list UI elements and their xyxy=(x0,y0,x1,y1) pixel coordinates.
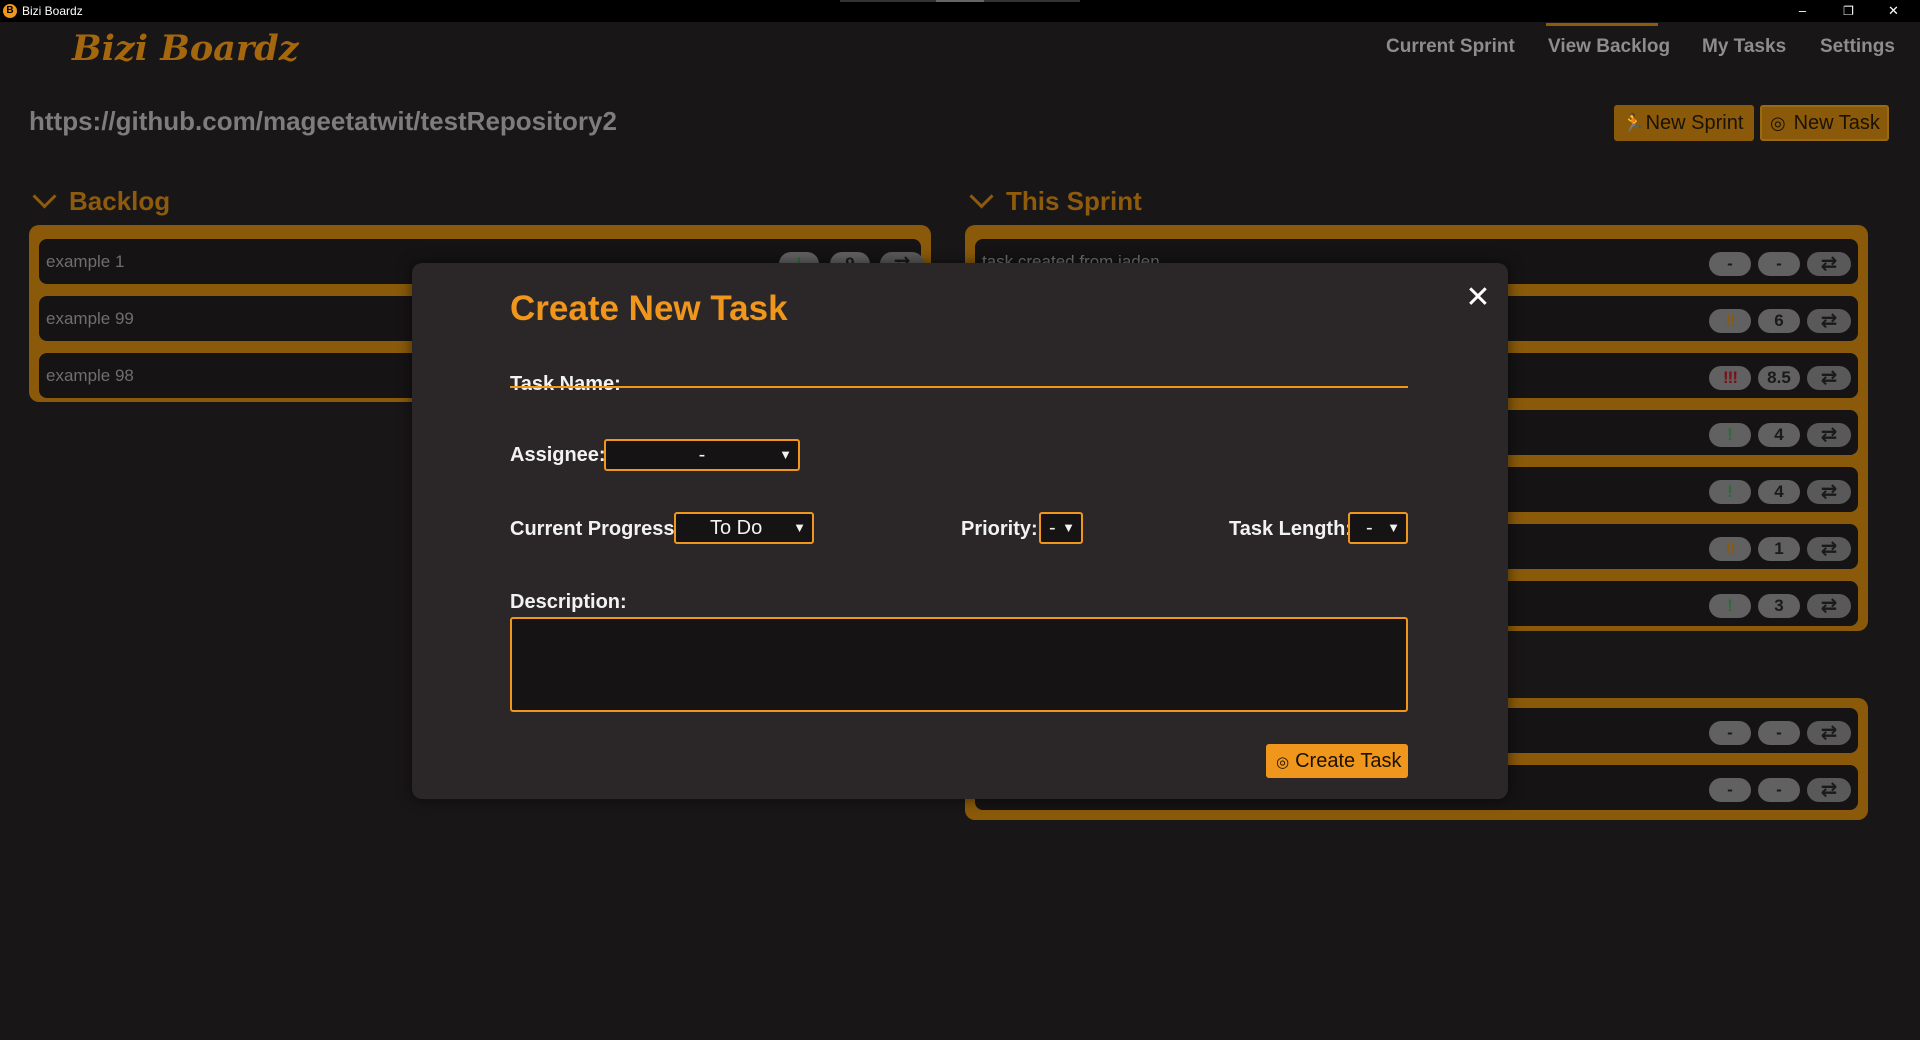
modal-title: Create New Task xyxy=(510,289,788,328)
priority-select[interactable]: - ▼ xyxy=(1039,512,1083,544)
window-drag-handle[interactable] xyxy=(840,0,1080,2)
description-textarea[interactable] xyxy=(510,617,1408,712)
backlog-title: Backlog xyxy=(69,186,171,216)
chevron-down-icon[interactable] xyxy=(32,184,57,209)
nav-view-backlog[interactable]: View Backlog xyxy=(1548,36,1670,58)
task-length-value: - xyxy=(1366,517,1373,539)
chevron-down-icon: ▼ xyxy=(1062,520,1075,535)
nav-settings[interactable]: Settings xyxy=(1820,36,1895,58)
swap-icon[interactable]: ⇄ xyxy=(1807,537,1851,561)
swap-icon[interactable]: ⇄ xyxy=(1807,778,1851,802)
priority-badge[interactable]: - xyxy=(1709,721,1751,745)
create-task-button[interactable]: ◎ Create Task xyxy=(1266,744,1408,778)
swap-icon[interactable]: ⇄ xyxy=(1807,366,1851,390)
progress-value: To Do xyxy=(710,517,763,539)
chevron-down-icon: ▼ xyxy=(779,447,792,462)
priority-badge[interactable]: ! xyxy=(1709,480,1751,504)
length-badge[interactable]: 4 xyxy=(1758,480,1800,504)
priority-badge[interactable]: ! xyxy=(1709,594,1751,618)
priority-badge[interactable]: !! xyxy=(1709,537,1751,561)
create-task-label: Create Task xyxy=(1295,750,1402,772)
task-label: example 98 xyxy=(46,366,134,385)
window-close-button[interactable]: ✕ xyxy=(1871,0,1916,22)
nav-current-sprint[interactable]: Current Sprint xyxy=(1386,36,1515,58)
swap-icon[interactable]: ⇄ xyxy=(1807,309,1851,333)
priority-label: Priority: xyxy=(961,518,1038,540)
chevron-down-icon[interactable] xyxy=(969,184,994,209)
length-badge[interactable]: 1 xyxy=(1758,537,1800,561)
length-badge[interactable]: 6 xyxy=(1758,309,1800,333)
priority-badge[interactable]: !! xyxy=(1709,309,1751,333)
progress-label: Current Progress: xyxy=(510,518,682,540)
chevron-down-icon: ▼ xyxy=(1387,520,1400,535)
length-badge[interactable]: 3 xyxy=(1758,594,1800,618)
minimize-button[interactable]: – xyxy=(1780,0,1825,22)
sprint-title: This Sprint xyxy=(1006,186,1142,216)
task-length-select[interactable]: - ▼ xyxy=(1348,512,1408,544)
new-sprint-label: New Sprint xyxy=(1645,112,1744,134)
new-task-label: New Task xyxy=(1793,112,1880,134)
task-name-input[interactable] xyxy=(510,358,1408,388)
brand-logo[interactable]: Bizi Boardz xyxy=(72,28,299,69)
task-length-label: Task Length: xyxy=(1229,518,1352,540)
running-person-icon: 🏃 xyxy=(1622,113,1645,133)
priority-badge[interactable]: !!! xyxy=(1709,366,1751,390)
task-label: example 99 xyxy=(46,309,134,328)
target-icon: ◎ xyxy=(1770,113,1786,133)
swap-icon[interactable]: ⇄ xyxy=(1807,423,1851,447)
backlog-section-header[interactable]: Backlog xyxy=(30,184,171,217)
create-task-modal: Create New Task ✕ Task Name: Assignee: -… xyxy=(412,263,1508,799)
restore-button[interactable]: ❐ xyxy=(1826,0,1871,22)
priority-badge[interactable]: ! xyxy=(1709,423,1751,447)
priority-badge[interactable]: - xyxy=(1709,252,1751,276)
progress-select[interactable]: To Do ▼ xyxy=(674,512,814,544)
length-badge[interactable]: - xyxy=(1758,778,1800,802)
priority-badge[interactable]: - xyxy=(1709,778,1751,802)
assignee-value: - xyxy=(698,444,706,466)
swap-icon[interactable]: ⇄ xyxy=(1807,721,1851,745)
length-badge[interactable]: 4 xyxy=(1758,423,1800,447)
repository-url: https://github.com/mageetatwit/testRepos… xyxy=(29,106,617,136)
swap-icon[interactable]: ⇄ xyxy=(1807,594,1851,618)
active-nav-indicator xyxy=(1546,23,1658,26)
task-label: example 1 xyxy=(46,252,125,271)
assignee-select[interactable]: - ▼ xyxy=(604,439,800,471)
sprint-section-header[interactable]: This Sprint xyxy=(967,184,1142,217)
window-title: Bizi Boardz xyxy=(22,4,83,18)
description-label: Description: xyxy=(510,591,627,613)
length-badge[interactable]: - xyxy=(1758,252,1800,276)
swap-icon[interactable]: ⇄ xyxy=(1807,480,1851,504)
nav-my-tasks[interactable]: My Tasks xyxy=(1702,36,1786,58)
length-badge[interactable]: 8.5 xyxy=(1758,366,1800,390)
swap-icon[interactable]: ⇄ xyxy=(1807,252,1851,276)
assignee-label: Assignee: xyxy=(510,444,606,466)
priority-value: - xyxy=(1049,517,1056,539)
close-icon[interactable]: ✕ xyxy=(1465,283,1491,313)
length-badge[interactable]: - xyxy=(1758,721,1800,745)
app-logo-icon: B xyxy=(3,4,17,18)
chevron-down-icon: ▼ xyxy=(793,520,806,535)
new-task-button[interactable]: ◎ New Task xyxy=(1760,105,1889,141)
window-titlebar: B Bizi Boardz – ❐ ✕ xyxy=(0,0,1920,22)
target-icon: ◎ xyxy=(1276,754,1290,771)
new-sprint-button[interactable]: 🏃 New Sprint xyxy=(1614,105,1754,141)
